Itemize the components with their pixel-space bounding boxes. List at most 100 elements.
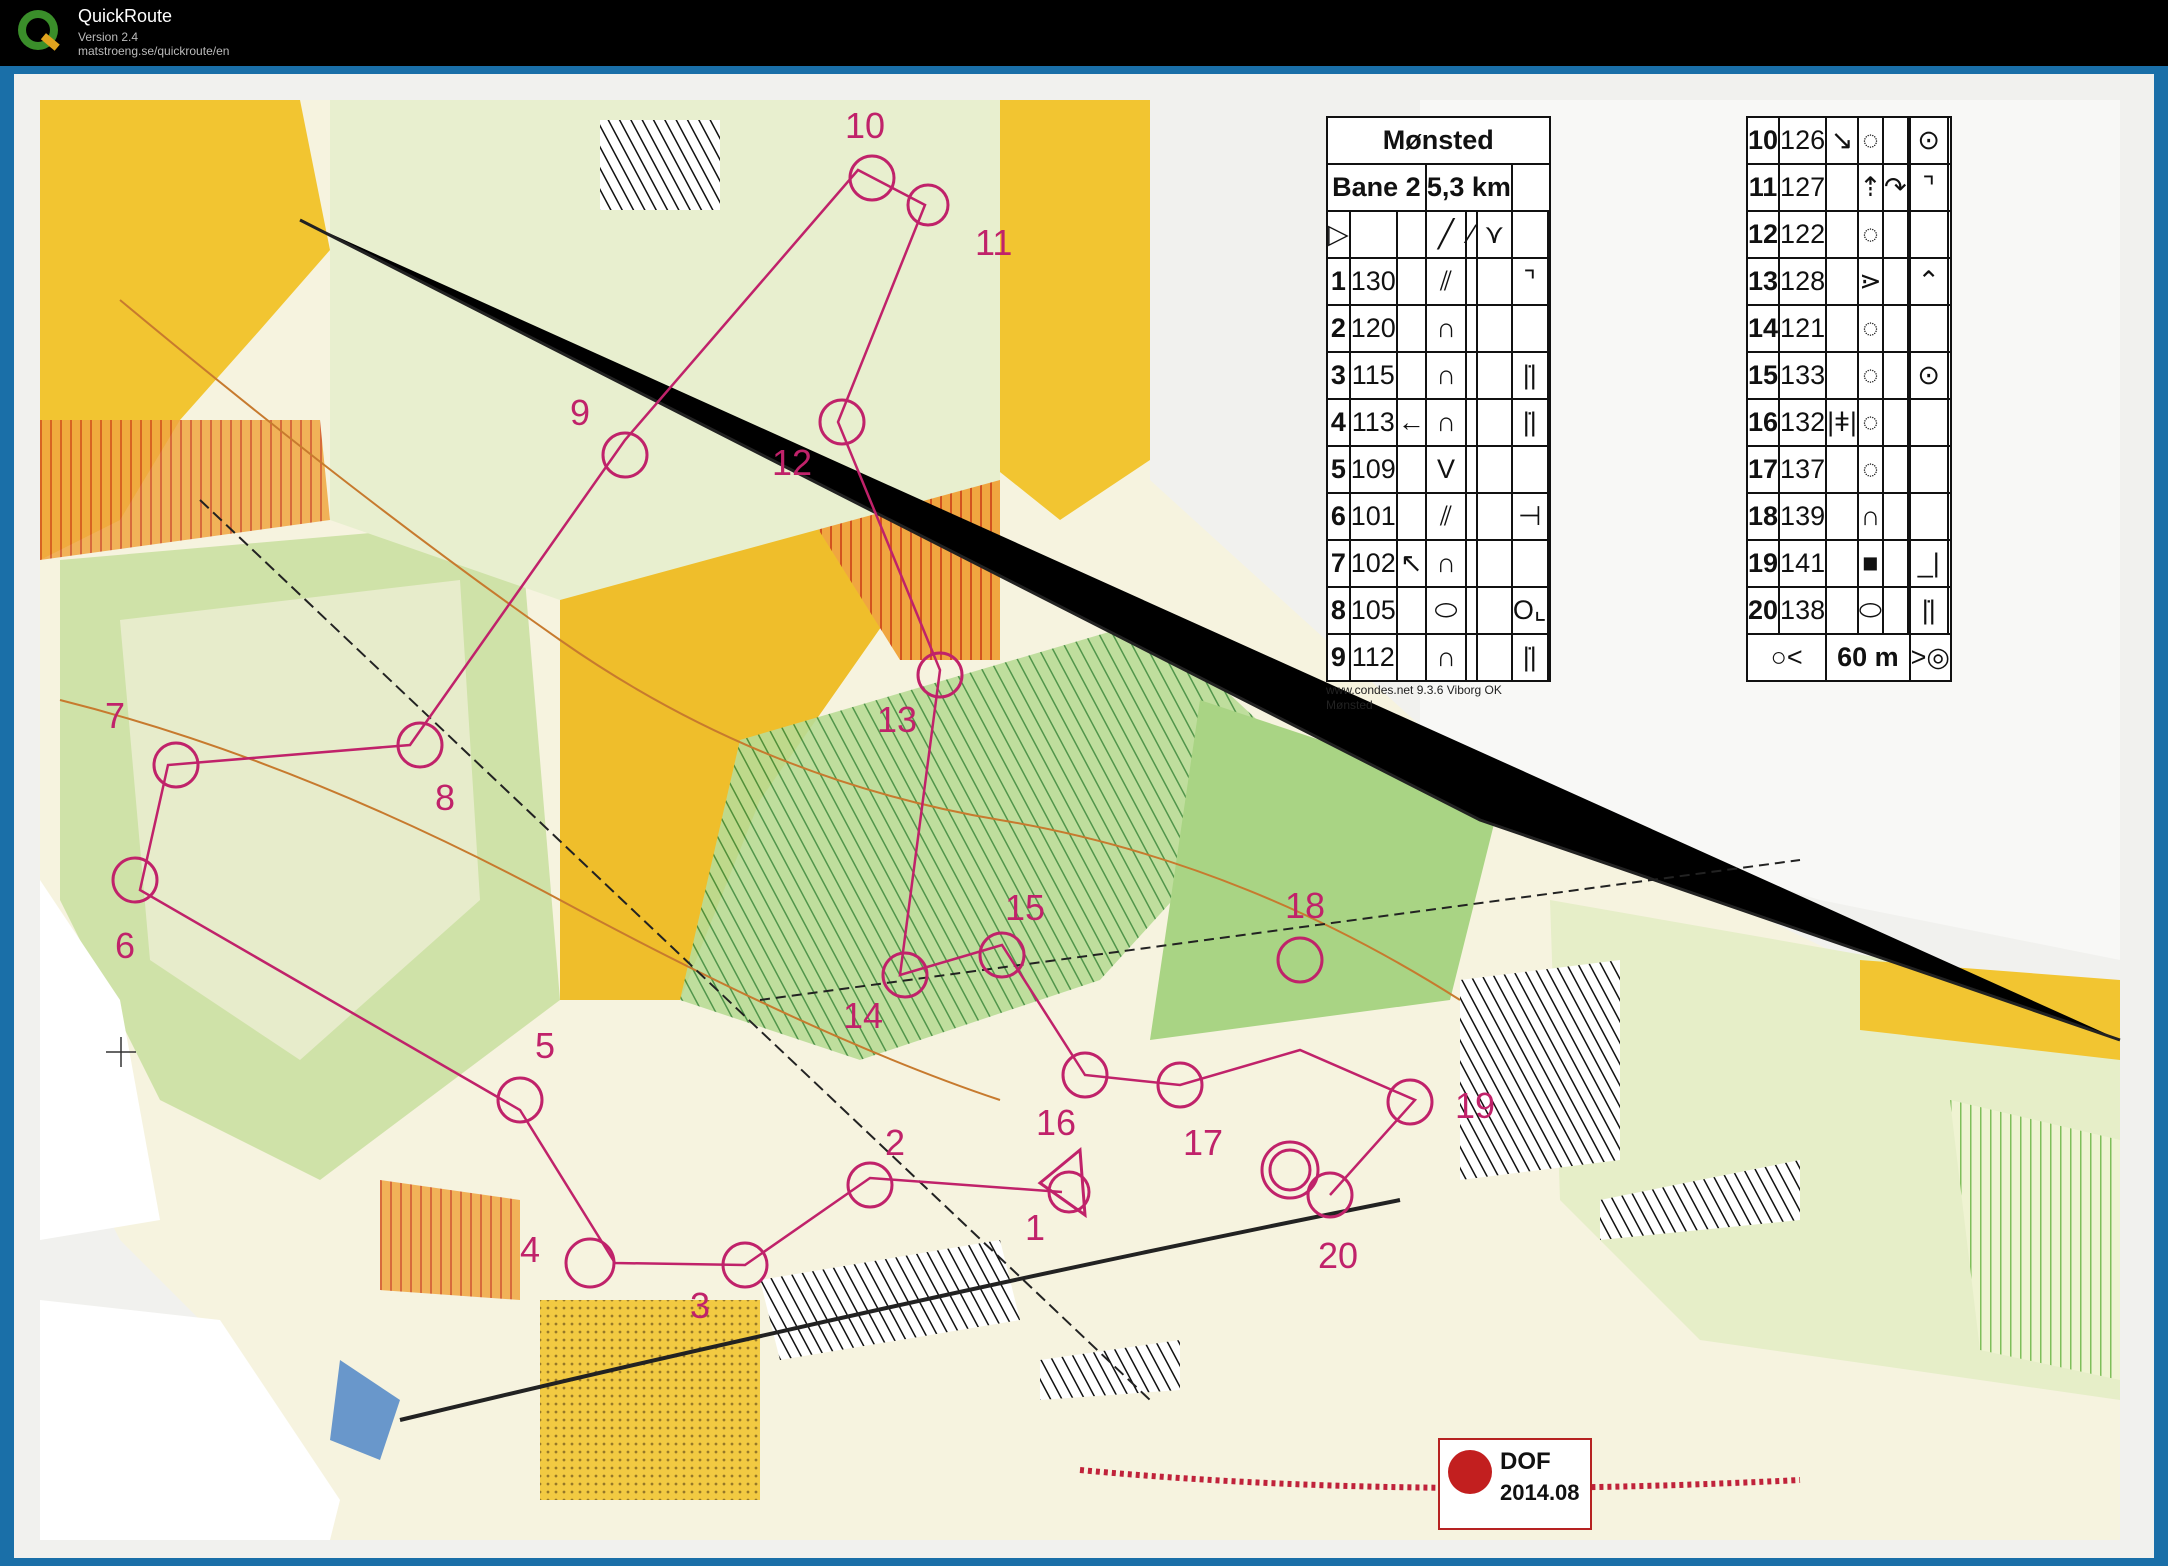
dof-date: 2014.08: [1500, 1480, 1580, 1505]
description-cell: [1465, 586, 1478, 635]
control-code: 101: [1348, 492, 1398, 541]
control-number: 14: [1745, 304, 1781, 353]
description-cell: [1881, 586, 1909, 635]
dotted-circle-icon: ◌: [1856, 116, 1884, 165]
control-number: 18: [1745, 492, 1781, 541]
control-number: 15: [1745, 351, 1781, 400]
description-cell: [1546, 398, 1551, 447]
depression-icon: V: [1424, 445, 1468, 494]
description-cell: [1946, 210, 1952, 259]
control-label-2: 2: [885, 1122, 905, 1163]
description-cell: [1825, 351, 1859, 400]
description-cell: [1908, 210, 1949, 259]
description-cell: [1881, 304, 1909, 353]
end-icon: ⊣: [1510, 492, 1549, 541]
source-line-2: Mønsted: [1326, 698, 1373, 712]
description-row: 16 132 |ǂ| ◌: [1745, 398, 1952, 447]
end-icon: _|: [1908, 539, 1949, 588]
control-label-7: 7: [105, 695, 125, 736]
start-triangle-icon: ▷: [1326, 210, 1351, 259]
description-cell: [1395, 586, 1427, 635]
control-code: 127: [1778, 163, 1828, 212]
description-row: 13 128 ⋗ ⌃: [1745, 257, 1952, 306]
control-descriptions-left: Mønsted Bane 2 5,3 km ▷ ╱ ⁄ ⋎ 1 130 ⫽ ⌝ 2 12…: [1326, 116, 1551, 682]
circle-dot-icon: ⊙: [1908, 351, 1949, 400]
description-row: 11 127 ⇡ ↷ ⌝: [1745, 163, 1952, 212]
control-code: 138: [1778, 586, 1828, 635]
description-cell: [1825, 210, 1859, 259]
southeast-arrow-icon: ↘: [1825, 116, 1859, 165]
dotted-chevron-icon: ⋗: [1856, 257, 1884, 306]
control-label-8: 8: [435, 777, 455, 818]
description-cell: [1465, 539, 1478, 588]
description-cell: [1881, 351, 1909, 400]
description-row: 14 121 ◌: [1745, 304, 1952, 353]
control-code: 102: [1348, 539, 1398, 588]
control-label-5: 5: [535, 1025, 555, 1066]
description-cell: [1395, 210, 1427, 259]
description-cell: [1546, 492, 1551, 541]
control-number: 2: [1326, 304, 1351, 353]
path-junction-icon: ⋎: [1475, 210, 1513, 259]
foot-icon: |̇|: [1510, 398, 1549, 447]
description-row: 5 109 V: [1326, 445, 1551, 494]
dotted-circle-icon: ◌: [1856, 304, 1884, 353]
description-row: 18 139 ∩: [1745, 492, 1952, 541]
description-cell: [1510, 210, 1549, 259]
description-row: 1 130 ⫽ ⌝: [1326, 257, 1551, 306]
description-row: 19 141 ■ _|: [1745, 539, 1952, 588]
finish-distance: 60 m: [1825, 633, 1911, 682]
description-cell: [1395, 304, 1427, 353]
control-label-11: 11: [975, 222, 1012, 263]
control-code: 120: [1348, 304, 1398, 353]
description-cell: [1946, 351, 1952, 400]
description-cell: [1946, 304, 1952, 353]
knoll-icon: ∩: [1424, 539, 1468, 588]
description-cell: [1881, 539, 1909, 588]
control-code: 137: [1778, 445, 1828, 494]
description-cell: [1465, 633, 1478, 682]
description-cell: [1881, 398, 1909, 447]
description-cell: [1546, 445, 1551, 494]
control-code: 105: [1348, 586, 1398, 635]
finish-icon: >◎: [1908, 633, 1952, 682]
description-cell: [1825, 445, 1859, 494]
bend-icon: ↷: [1881, 163, 1909, 212]
foot-icon: |̇|: [1510, 633, 1549, 682]
description-cell: [1475, 351, 1513, 400]
between-icon: |ǂ|: [1825, 398, 1859, 447]
description-cell: [1908, 304, 1949, 353]
description-cell: [1546, 304, 1551, 353]
corner-icon: ⌝: [1908, 163, 1949, 212]
description-cell: [1475, 586, 1513, 635]
knoll-icon: ∩: [1424, 633, 1468, 682]
description-cell: [1881, 445, 1909, 494]
description-cell: [1946, 163, 1952, 212]
description-cell: [1881, 492, 1909, 541]
description-cell: [1881, 257, 1909, 306]
control-number: 16: [1745, 398, 1781, 447]
corner-icon: O⌞: [1510, 586, 1549, 635]
control-code: 112: [1348, 633, 1398, 682]
dotted-circle-icon: ◌: [1856, 210, 1884, 259]
description-cell: [1510, 304, 1549, 353]
control-number: 8: [1326, 586, 1351, 635]
description-cell: [1946, 116, 1952, 165]
description-cell: [1825, 163, 1859, 212]
control-label-4: 4: [520, 1229, 540, 1270]
description-cell: [1908, 492, 1949, 541]
path-line-icon: ╱: [1424, 210, 1468, 259]
control-label-20: 20: [1318, 1235, 1358, 1276]
control-code: 133: [1778, 351, 1828, 400]
description-cell: [1465, 492, 1478, 541]
dotted-circle-icon: ◌: [1856, 398, 1884, 447]
description-cell: [1825, 304, 1859, 353]
foot-icon: |̇|: [1510, 351, 1549, 400]
corner-icon: ⌝: [1510, 257, 1549, 306]
description-cell: [1510, 539, 1549, 588]
top-icon: ⌃: [1908, 257, 1949, 306]
description-cell: [1546, 586, 1551, 635]
description-cell: [1825, 586, 1859, 635]
dof-label: DOF: [1500, 1448, 1551, 1475]
description-cell: [1465, 398, 1478, 447]
